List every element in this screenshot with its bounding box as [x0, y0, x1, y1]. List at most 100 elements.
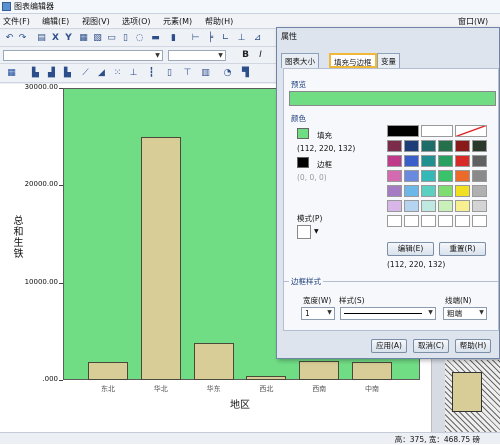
- palette-swatch[interactable]: [421, 185, 436, 197]
- palette-swatch[interactable]: [421, 200, 436, 212]
- palette-swatch[interactable]: [421, 170, 436, 182]
- edit-button[interactable]: 编辑(E): [387, 242, 434, 256]
- axis-line-icon[interactable]: ⊢: [190, 33, 201, 44]
- bold-button[interactable]: B: [240, 50, 251, 61]
- palette-swatch[interactable]: [455, 200, 470, 212]
- palette-swatch[interactable]: [455, 125, 487, 137]
- palette-swatch[interactable]: [455, 140, 470, 152]
- boxplot-icon[interactable]: ▯: [164, 68, 175, 79]
- palette-swatch[interactable]: [404, 140, 419, 152]
- reference-line-icon[interactable]: ∟: [220, 33, 231, 44]
- 3d-bar-icon[interactable]: ▜: [240, 68, 251, 79]
- fit-line-icon[interactable]: ⊥: [236, 33, 247, 44]
- apply-button[interactable]: 应用(A): [371, 339, 407, 353]
- pattern-swatch[interactable]: [297, 225, 311, 239]
- italic-button[interactable]: I: [255, 50, 266, 61]
- palette-swatch[interactable]: [404, 155, 419, 167]
- palette-swatch[interactable]: [421, 155, 436, 167]
- palette-swatch[interactable]: [455, 170, 470, 182]
- border-color-swatch[interactable]: [297, 157, 309, 168]
- menu-help[interactable]: 帮助(H): [205, 16, 233, 27]
- tab-fill-border[interactable]: 填充与边框: [329, 53, 377, 68]
- line-end-select[interactable]: 粗端 ▼: [443, 307, 487, 320]
- palette-swatch[interactable]: [404, 185, 419, 197]
- clustered-bar-icon[interactable]: ▟: [46, 68, 57, 79]
- menu-view[interactable]: 视图(V): [82, 16, 110, 27]
- font-size-select[interactable]: ▼: [168, 50, 226, 61]
- palette-swatch[interactable]: [404, 215, 419, 227]
- textbox-icon[interactable]: ▯: [120, 33, 131, 44]
- style-select[interactable]: ▼: [340, 307, 436, 320]
- palette-swatch[interactable]: [387, 215, 402, 227]
- palette-swatch[interactable]: [438, 155, 453, 167]
- palette-swatch[interactable]: [472, 170, 487, 182]
- menu-file[interactable]: 文件(F): [3, 16, 30, 27]
- palette-swatch[interactable]: [404, 200, 419, 212]
- width-select[interactable]: 1 ▼: [301, 307, 335, 320]
- palette-swatch[interactable]: [387, 125, 419, 137]
- chevron-down-icon[interactable]: ▼: [314, 228, 319, 235]
- palette-swatch[interactable]: [387, 155, 402, 167]
- palette-swatch[interactable]: [387, 200, 402, 212]
- lasso-icon[interactable]: ◌: [134, 33, 145, 44]
- menu-edit[interactable]: 编辑(E): [42, 16, 69, 27]
- help-button[interactable]: 帮助(H): [455, 339, 491, 353]
- simple-bar-icon[interactable]: ▙: [30, 68, 41, 79]
- error-bar-icon[interactable]: ⊤: [182, 68, 193, 79]
- palette-swatch[interactable]: [421, 215, 436, 227]
- pie-chart-icon[interactable]: ◔: [222, 68, 233, 79]
- palette-swatch[interactable]: [421, 125, 453, 137]
- high-low-icon[interactable]: ┇: [146, 68, 157, 79]
- bar-3[interactable]: [246, 376, 287, 380]
- palette-swatch[interactable]: [438, 185, 453, 197]
- palette-swatch[interactable]: [387, 170, 402, 182]
- transpose-icon[interactable]: ▧: [92, 33, 103, 44]
- palette-swatch[interactable]: [472, 155, 487, 167]
- histogram-icon[interactable]: ▥: [200, 68, 211, 79]
- y-axis-icon[interactable]: Y: [63, 33, 74, 44]
- reset-button[interactable]: 重置(R): [439, 242, 486, 256]
- palette-swatch[interactable]: [438, 215, 453, 227]
- format-icon[interactable]: ▬: [150, 33, 161, 44]
- stacked-bar-icon[interactable]: ▙: [62, 68, 73, 79]
- line-chart-icon[interactable]: ⟋: [80, 68, 91, 79]
- undo-icon[interactable]: ↶: [4, 33, 15, 44]
- redo-icon[interactable]: ↷: [17, 33, 28, 44]
- palette-swatch[interactable]: [438, 170, 453, 182]
- menu-window[interactable]: 窗口(W): [458, 16, 488, 27]
- bar-0[interactable]: [88, 362, 128, 380]
- tab-variables[interactable]: 变量: [377, 53, 400, 68]
- palette-swatch[interactable]: [455, 215, 470, 227]
- bar-chart-icon[interactable]: ▮: [168, 33, 179, 44]
- data-label-icon[interactable]: ▭: [106, 33, 117, 44]
- bar-4[interactable]: [299, 360, 340, 380]
- palette-swatch[interactable]: [472, 140, 487, 152]
- table-icon[interactable]: ▦: [6, 68, 17, 79]
- palette-swatch[interactable]: [421, 140, 436, 152]
- x-axis-icon[interactable]: X: [50, 33, 61, 44]
- menu-options[interactable]: 选项(O): [122, 16, 151, 27]
- palette-swatch[interactable]: [438, 200, 453, 212]
- bar-1[interactable]: [140, 136, 181, 380]
- area-chart-icon[interactable]: ◢: [96, 68, 107, 79]
- palette-swatch[interactable]: [472, 185, 487, 197]
- fill-color-swatch[interactable]: [297, 128, 309, 139]
- palette-swatch[interactable]: [455, 185, 470, 197]
- grid-icon[interactable]: ╞: [205, 33, 216, 44]
- y-axis-title[interactable]: 总和生铁: [8, 215, 22, 259]
- interpolation-icon[interactable]: ⊿: [252, 33, 263, 44]
- scale-icon[interactable]: ▦: [78, 33, 89, 44]
- palette-swatch[interactable]: [404, 170, 419, 182]
- cancel-button[interactable]: 取消(C): [413, 339, 449, 353]
- palette-swatch[interactable]: [455, 155, 470, 167]
- menu-elements[interactable]: 元素(M): [163, 16, 192, 27]
- x-axis-title[interactable]: 地区: [200, 396, 280, 411]
- font-family-select[interactable]: ▼: [3, 50, 163, 61]
- scatter-chart-icon[interactable]: ⁙: [112, 68, 123, 79]
- bar-5[interactable]: [352, 361, 392, 380]
- dropline-icon[interactable]: ⊥: [128, 68, 139, 79]
- bar-2[interactable]: [193, 343, 234, 380]
- tab-chart-size[interactable]: 图表大小: [281, 53, 319, 68]
- palette-swatch[interactable]: [387, 140, 402, 152]
- palette-swatch[interactable]: [438, 140, 453, 152]
